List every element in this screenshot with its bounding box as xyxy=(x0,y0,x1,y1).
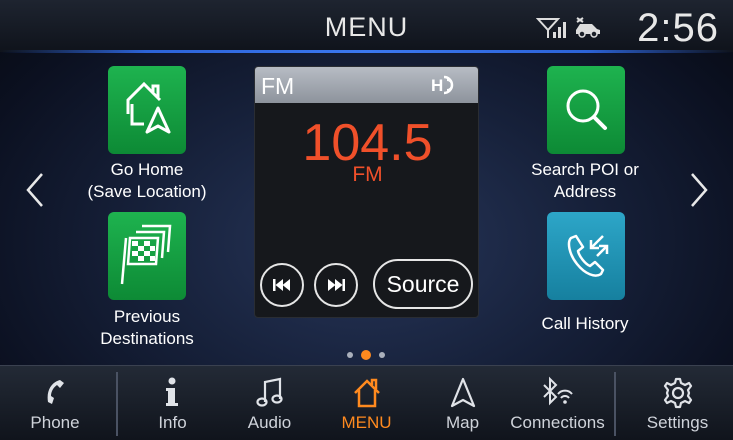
search-poi-button[interactable] xyxy=(547,66,625,154)
next-page-arrow[interactable] xyxy=(688,172,710,208)
clock: 2:56 xyxy=(637,6,719,50)
tab-info-label: Info xyxy=(158,413,187,432)
bottom-separator xyxy=(116,372,118,436)
source-button[interactable]: Source xyxy=(373,259,473,309)
search-icon xyxy=(566,89,607,130)
search-poi-label: Search POI or Address xyxy=(531,160,639,201)
tab-audio[interactable]: Audio xyxy=(222,366,317,440)
tab-menu-label: MENU xyxy=(341,413,392,432)
svg-text:H: H xyxy=(431,76,443,95)
hd-radio-icon: H xyxy=(431,75,454,95)
bluetooth-wifi-icon xyxy=(543,376,573,406)
page-dot-3 xyxy=(379,352,385,358)
info-icon xyxy=(166,377,178,406)
call-history-button[interactable] xyxy=(547,212,625,300)
call-history-icon xyxy=(567,234,609,277)
gear-icon xyxy=(663,377,693,409)
radio-band-label: FM xyxy=(261,73,295,99)
tab-menu[interactable]: MENU xyxy=(319,366,414,440)
tab-settings[interactable]: Settings xyxy=(622,366,733,440)
page-dot-2-active xyxy=(361,350,371,360)
tab-map[interactable]: Map xyxy=(415,366,510,440)
radio-frequency-unit: FM xyxy=(352,163,383,186)
home-icon xyxy=(354,378,380,408)
tab-connections-label: Connections xyxy=(510,413,605,432)
go-home-button[interactable] xyxy=(108,66,186,154)
car-connect-icon xyxy=(576,17,600,38)
previous-destinations-button[interactable] xyxy=(108,212,186,300)
page-title: MENU xyxy=(324,12,409,42)
menu-screen: MENU 2:56 Go Home (Save Location) Previo… xyxy=(0,0,733,440)
tab-info[interactable]: Info xyxy=(125,366,220,440)
tab-phone-label: Phone xyxy=(30,413,80,432)
navigation-arrow-icon xyxy=(450,377,476,408)
music-note-icon xyxy=(256,377,283,407)
tab-map-label: Map xyxy=(445,413,480,432)
tab-connections[interactable]: Connections xyxy=(505,366,610,440)
seek-forward-button[interactable] xyxy=(314,263,358,307)
skip-forward-icon xyxy=(328,279,345,291)
tab-phone[interactable]: Phone xyxy=(0,366,110,440)
bottom-nav-bar: Phone Info Audio MENU Map Connections Se… xyxy=(0,365,733,440)
checkered-flags-icon xyxy=(120,224,172,285)
header-divider xyxy=(0,50,733,53)
radio-widget[interactable]: FM H 104.5 FM Source xyxy=(254,66,479,318)
go-home-label: Go Home (Save Location) xyxy=(87,160,207,201)
skip-back-icon xyxy=(273,279,290,291)
call-history-label: Call History xyxy=(541,314,629,333)
seek-back-button[interactable] xyxy=(260,263,304,307)
tab-settings-label: Settings xyxy=(646,413,709,432)
tab-audio-label: Audio xyxy=(247,413,292,432)
bottom-separator xyxy=(614,372,616,436)
signal-off-icon xyxy=(536,18,566,38)
previous-destinations-label: Previous Destinations xyxy=(100,307,194,348)
home-navigate-icon xyxy=(126,81,171,134)
page-dot-1 xyxy=(347,352,353,358)
phone-icon xyxy=(47,380,64,404)
previous-page-arrow[interactable] xyxy=(24,172,46,208)
